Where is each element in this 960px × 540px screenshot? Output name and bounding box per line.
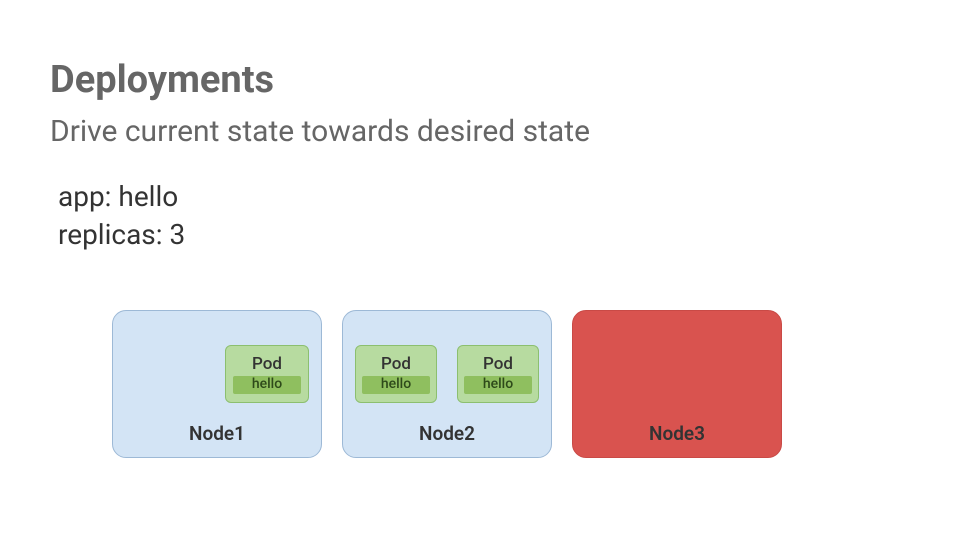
node-3-label: Node3 <box>649 422 705 445</box>
pod-app-badge: hello <box>464 376 532 394</box>
node-1-pods: Pod hello <box>225 345 309 403</box>
pod-label: Pod <box>381 354 411 374</box>
pod: Pod hello <box>457 345 539 403</box>
node-2-label: Node2 <box>419 422 475 445</box>
node-3: Node3 <box>572 310 782 458</box>
pod: Pod hello <box>355 345 437 403</box>
pod-label: Pod <box>483 354 513 374</box>
node-1: Pod hello Node1 <box>112 310 322 458</box>
pod-app-badge: hello <box>233 376 301 394</box>
pod: Pod hello <box>225 345 309 403</box>
deployment-config: app: hello replicas: 3 <box>58 178 185 254</box>
nodes-row: Pod hello Node1 Pod hello Pod hello Node… <box>112 310 782 458</box>
pod-app-badge: hello <box>362 376 430 394</box>
slide-title: Deployments <box>50 58 274 102</box>
config-app-line: app: hello <box>58 178 185 216</box>
node-2-pods: Pod hello Pod hello <box>355 345 539 403</box>
node-1-label: Node1 <box>189 422 245 445</box>
pod-label: Pod <box>252 354 282 374</box>
config-replicas-line: replicas: 3 <box>58 216 185 254</box>
slide-subtitle: Drive current state towards desired stat… <box>50 114 590 149</box>
node-2: Pod hello Pod hello Node2 <box>342 310 552 458</box>
